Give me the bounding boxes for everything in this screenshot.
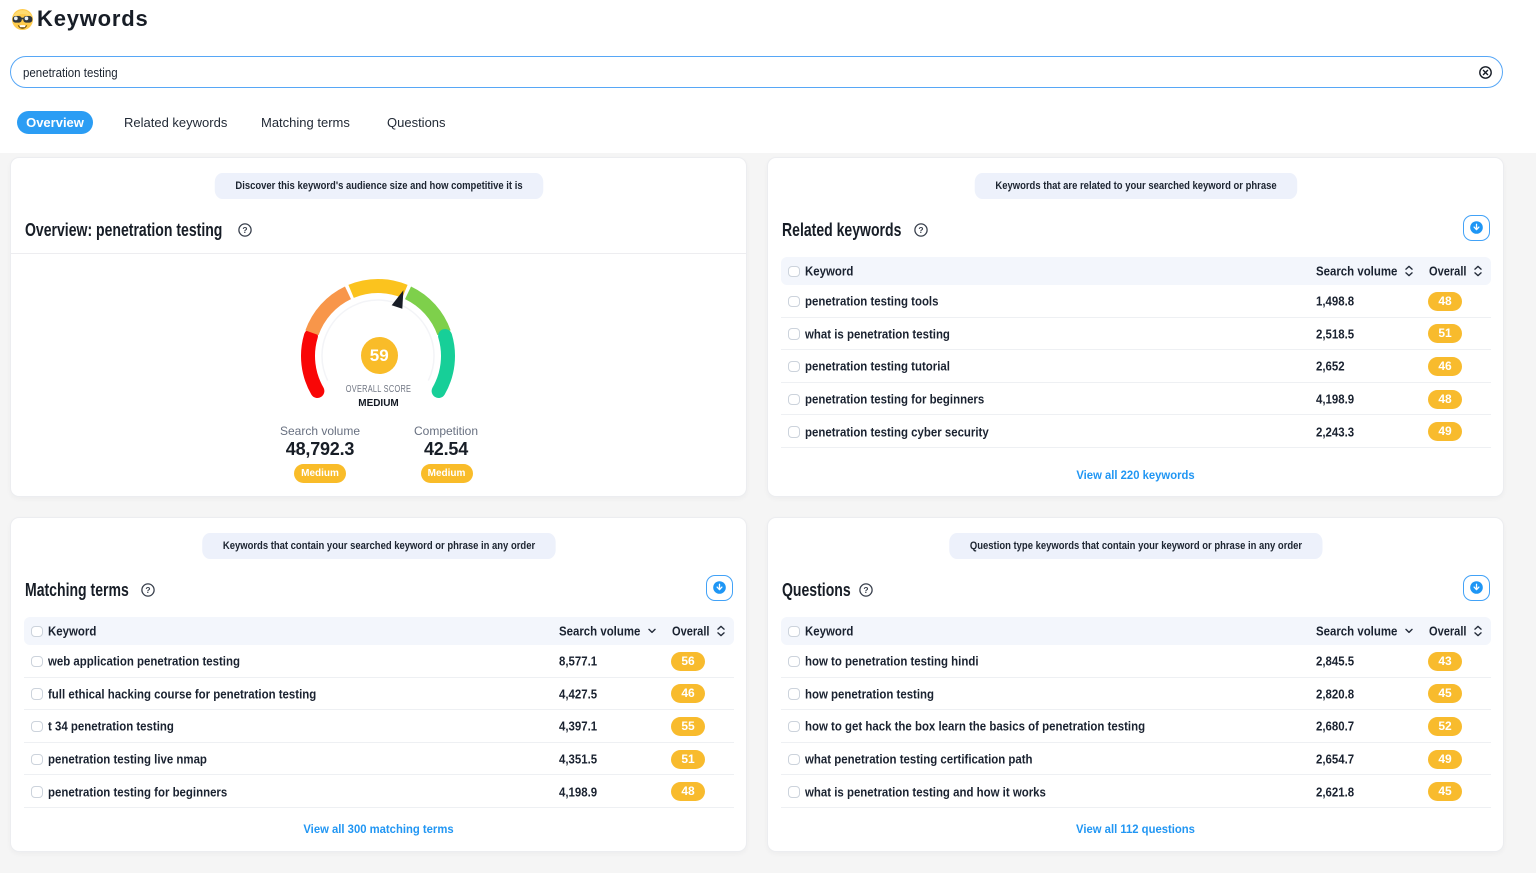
svg-text:?: ? bbox=[145, 585, 150, 595]
svg-text:?: ? bbox=[918, 225, 923, 235]
svg-text:?: ? bbox=[863, 585, 868, 595]
